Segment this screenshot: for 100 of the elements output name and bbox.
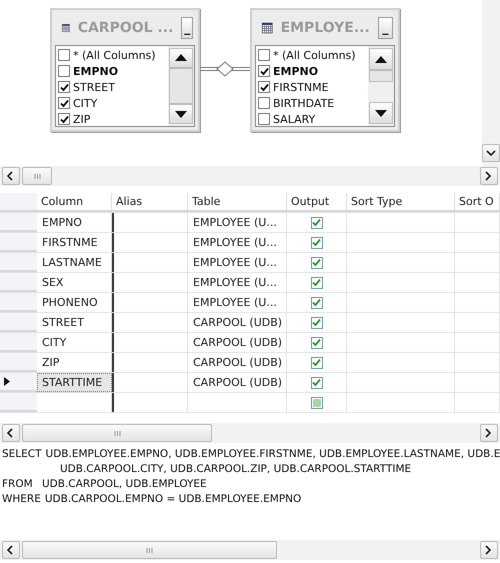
row-header[interactable] <box>0 373 37 392</box>
scroll-up-button[interactable] <box>169 48 193 68</box>
output-checkbox[interactable] <box>310 276 322 288</box>
table-cell[interactable]: CITY <box>37 333 112 352</box>
table-cell[interactable]: CARPOOL (UDB) <box>188 313 287 332</box>
checkmark-icon <box>312 218 321 227</box>
column-name[interactable]: STREET <box>73 80 115 94</box>
scroll-left-button[interactable] <box>2 424 20 442</box>
checkmark-icon <box>312 338 321 347</box>
column-name[interactable]: CITY <box>73 96 98 110</box>
output-checkbox[interactable] <box>310 316 322 328</box>
list-scrollbar[interactable] <box>368 46 394 126</box>
table-cell[interactable]: EMPLOYEE (U... <box>188 253 287 272</box>
table-cell[interactable] <box>112 373 188 392</box>
table-cell[interactable] <box>112 333 188 352</box>
scroll-down-button[interactable] <box>169 104 193 124</box>
output-checkbox[interactable] <box>310 356 322 368</box>
horizontal-scrollbar[interactable] <box>0 540 500 560</box>
checkbox[interactable] <box>258 49 270 61</box>
table-cell[interactable]: EMPLOYEE (U... <box>188 213 287 232</box>
scroll-left-button[interactable] <box>2 541 20 559</box>
table-cell[interactable] <box>112 253 188 272</box>
table-cell[interactable]: EMPLOYEE (U... <box>188 293 287 312</box>
scroll-right-button[interactable] <box>480 167 498 185</box>
table-cell[interactable] <box>112 273 188 292</box>
checkbox[interactable] <box>58 97 70 109</box>
column-name[interactable]: * (All Columns) <box>73 48 156 62</box>
table-cell[interactable]: FIRSTNME <box>37 233 112 252</box>
current-row-icon <box>4 377 10 386</box>
table-cell[interactable] <box>112 353 188 372</box>
checkbox[interactable] <box>58 65 70 77</box>
column-name[interactable]: SALARY <box>273 112 316 126</box>
horizontal-scrollbar[interactable] <box>0 166 500 186</box>
table-cell[interactable] <box>112 233 188 252</box>
scroll-thumb[interactable] <box>22 424 212 442</box>
up-triangle-icon <box>375 56 387 62</box>
vertical-scrollbar[interactable] <box>482 0 500 166</box>
table-cell[interactable] <box>112 313 188 332</box>
scroll-thumb[interactable] <box>169 68 193 104</box>
column-header[interactable]: Sort Type <box>347 193 455 212</box>
column-name[interactable]: BIRTHDATE <box>273 96 334 110</box>
column-header[interactable]: Alias <box>112 193 188 212</box>
table-cell[interactable] <box>112 393 188 412</box>
checkbox[interactable] <box>258 113 270 125</box>
table-cell[interactable]: STARTTIME <box>37 373 112 392</box>
grip-icon <box>114 430 120 436</box>
scroll-down-button[interactable] <box>369 102 393 124</box>
scroll-right-button[interactable] <box>480 541 498 559</box>
chevron-down-icon <box>486 148 496 158</box>
scroll-down-button[interactable] <box>482 144 500 162</box>
output-checkbox[interactable] <box>310 216 322 228</box>
minimize-button[interactable]: _ <box>181 17 193 39</box>
scroll-left-button[interactable] <box>2 167 20 185</box>
output-checkbox[interactable] <box>310 376 322 388</box>
scroll-right-button[interactable] <box>480 424 498 442</box>
scroll-up-button[interactable] <box>369 48 393 70</box>
table-cell[interactable]: EMPLOYEE (U... <box>188 273 287 292</box>
column-name[interactable]: EMPNO <box>73 64 118 78</box>
output-checkbox[interactable] <box>310 256 322 268</box>
column-name[interactable]: FIRSTNME <box>273 80 329 94</box>
column-header[interactable]: Table <box>188 193 287 212</box>
column-header[interactable]: Column <box>37 193 112 212</box>
table-cell[interactable]: EMPLOYEE (U... <box>188 233 287 252</box>
column-name[interactable]: EMPNO <box>273 64 318 78</box>
checkbox[interactable] <box>258 65 270 77</box>
table-cell[interactable]: CARPOOL (UDB) <box>188 333 287 352</box>
minimize-button[interactable]: _ <box>378 17 393 39</box>
column-name[interactable]: ZIP <box>73 112 90 126</box>
table-cell[interactable] <box>112 293 188 312</box>
table-cell[interactable]: CARPOOL (UDB) <box>188 373 287 392</box>
table-cell[interactable]: SEX <box>37 273 112 292</box>
table-card[interactable]: EMPLOYE... _ * (All Columns) EMPNO FIRSTNME BIRTHDATE SALARY <box>250 8 400 132</box>
horizontal-scrollbar[interactable] <box>0 423 500 443</box>
checkbox[interactable] <box>58 49 70 61</box>
output-checkbox[interactable] <box>310 396 322 408</box>
column-name[interactable]: * (All Columns) <box>273 48 356 62</box>
scroll-thumb[interactable] <box>22 167 52 185</box>
checkbox[interactable] <box>258 81 270 93</box>
list-scrollbar[interactable] <box>168 46 194 126</box>
table-card[interactable]: CARPOOL ... _ * (All Columns) EMPNO STREET CITY ZIP <box>50 8 200 132</box>
table-cell[interactable]: STREET <box>37 313 112 332</box>
scroll-thumb[interactable] <box>22 541 277 559</box>
column-header[interactable]: Output <box>287 193 347 212</box>
table-cell[interactable] <box>112 213 188 232</box>
join-connector[interactable] <box>200 61 250 77</box>
output-checkbox[interactable] <box>310 296 322 308</box>
checkbox[interactable] <box>58 81 70 93</box>
table-cell[interactable]: PHONENO <box>37 293 112 312</box>
table-cell[interactable]: ZIP <box>37 353 112 372</box>
checkmark-icon <box>312 258 321 267</box>
output-checkbox[interactable] <box>310 336 322 348</box>
table-cell[interactable]: LASTNAME <box>37 253 112 272</box>
table-cell[interactable]: CARPOOL (UDB) <box>188 353 287 372</box>
checkbox[interactable] <box>58 113 70 125</box>
output-checkbox[interactable] <box>310 236 322 248</box>
checkbox[interactable] <box>258 97 270 109</box>
scroll-thumb[interactable] <box>369 70 393 82</box>
column-header[interactable]: Sort O <box>455 193 500 212</box>
sql-text: UDB.CARPOOL, UDB.EMPLOYEE <box>42 477 207 492</box>
table-cell[interactable]: EMPNO <box>37 213 112 232</box>
